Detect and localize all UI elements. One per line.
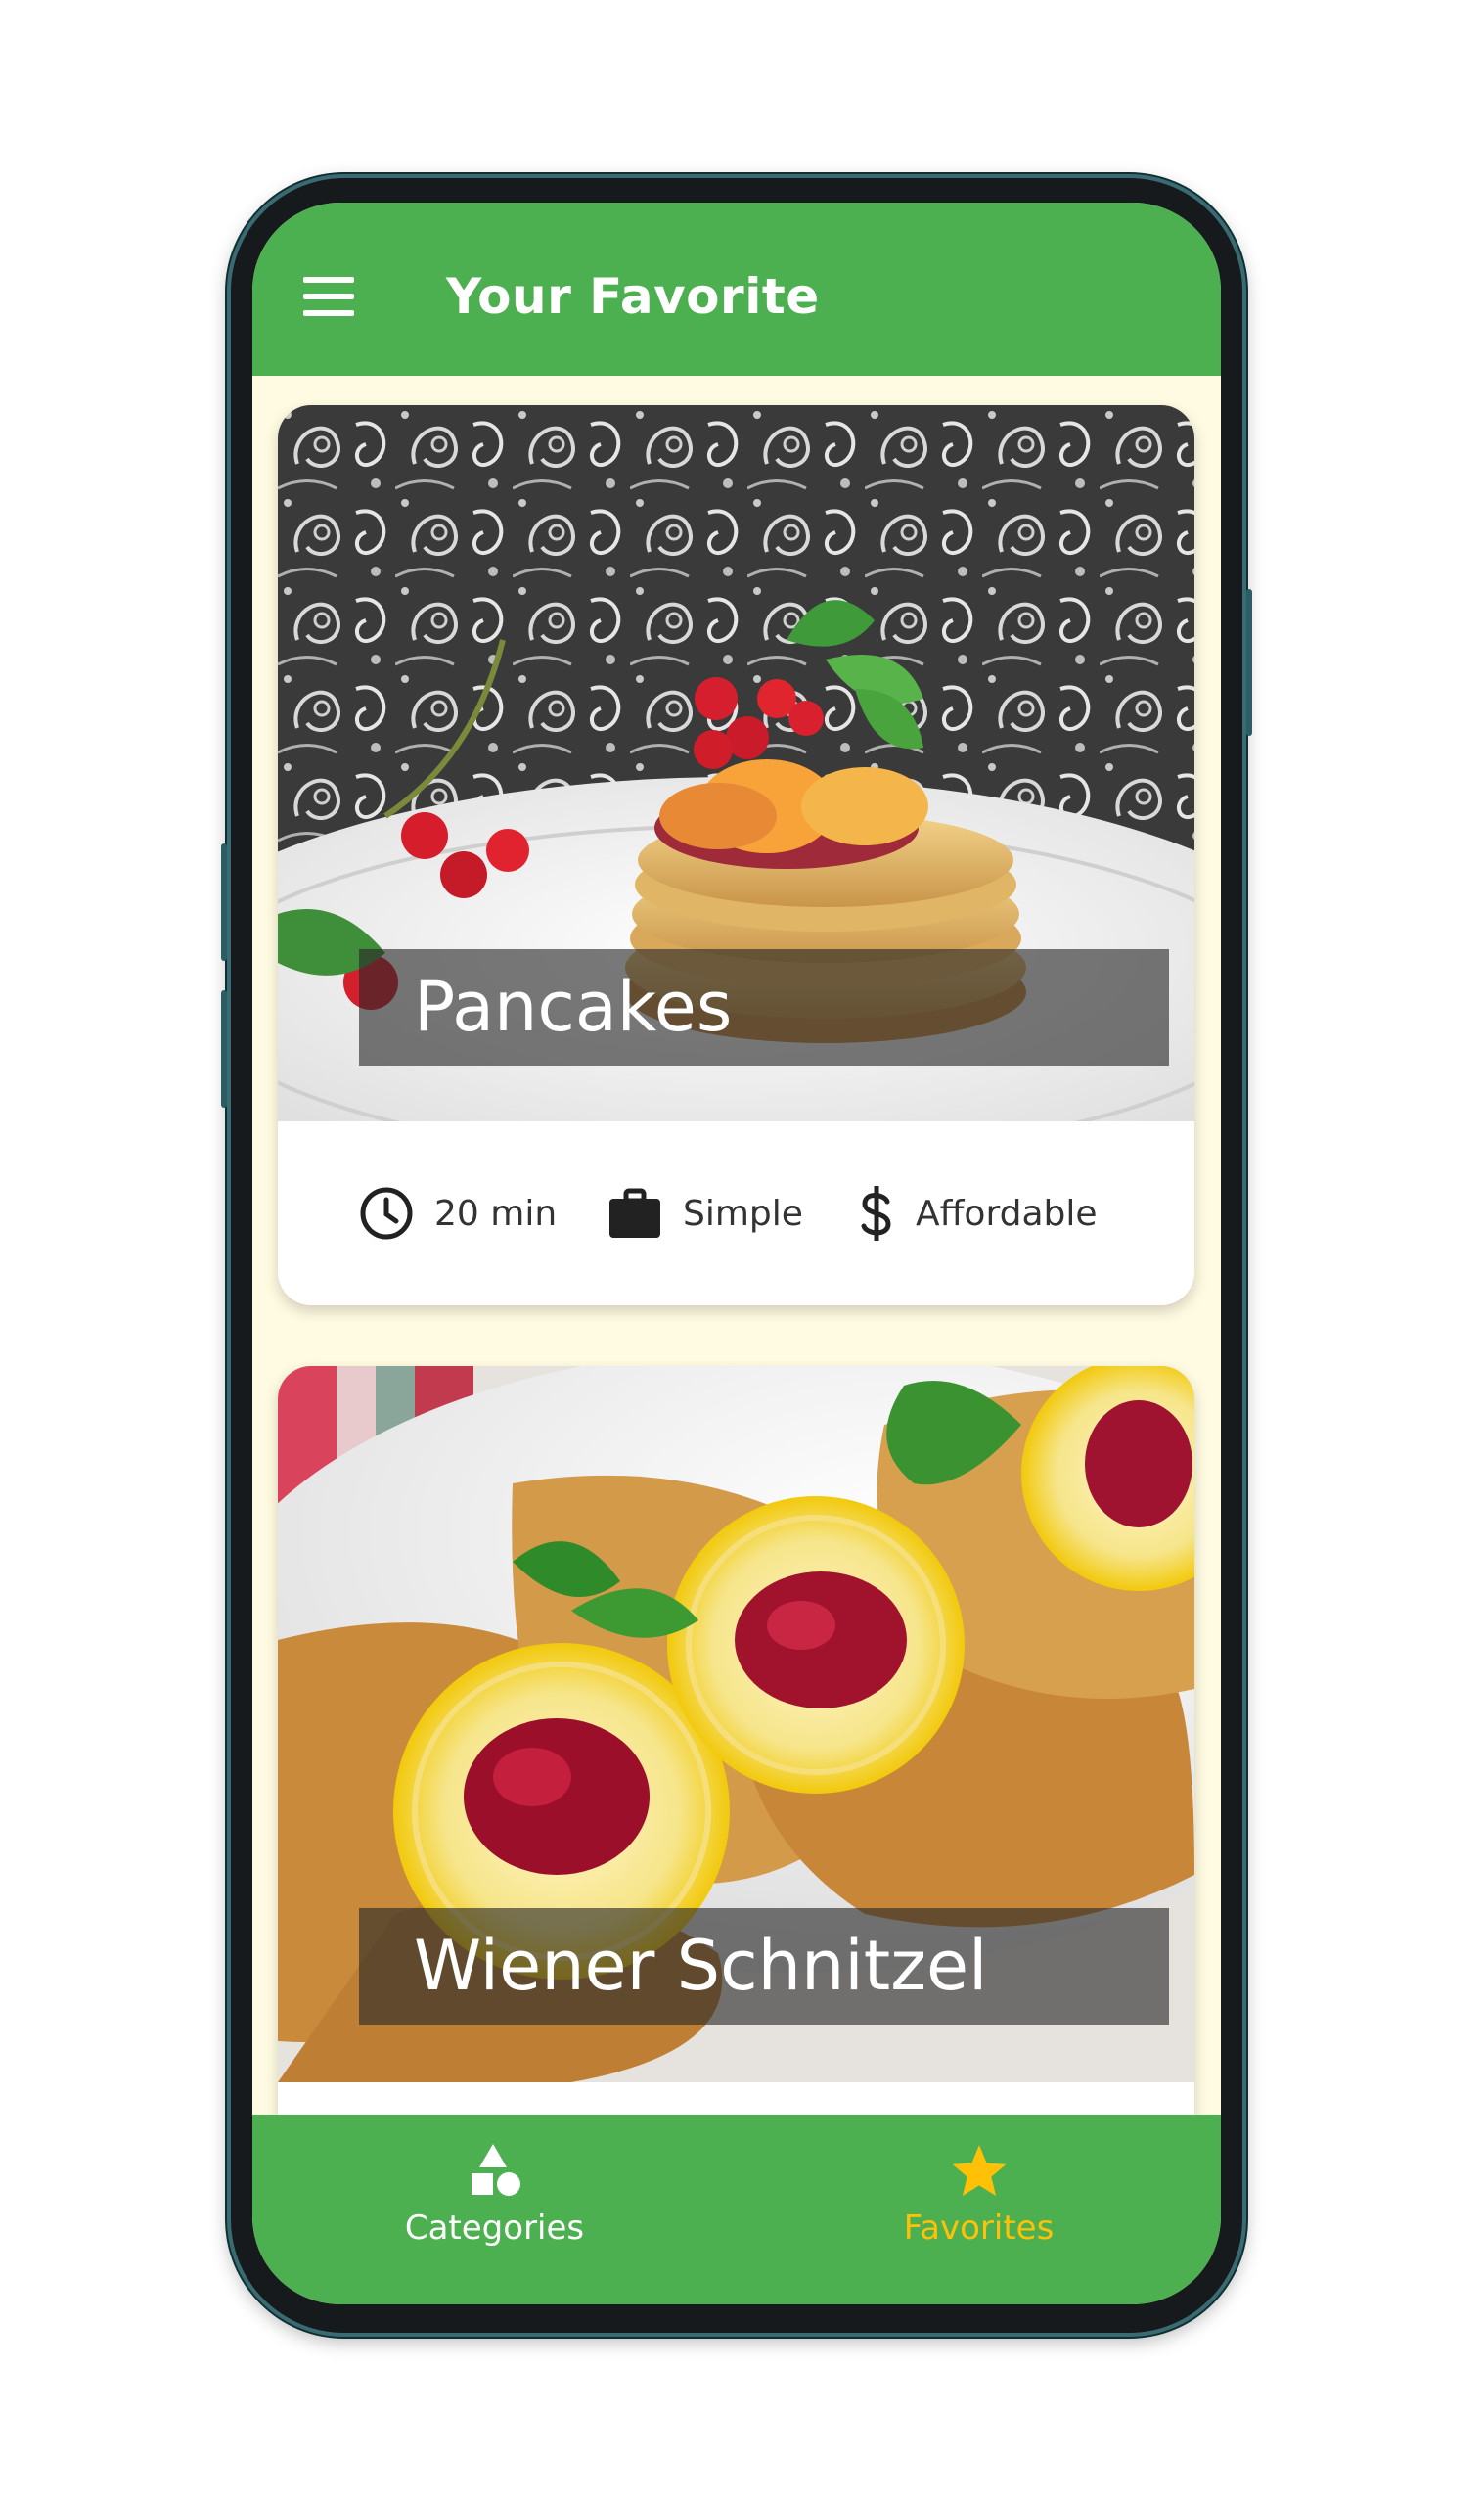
nav-item-categories[interactable]: Categories — [252, 2115, 737, 2304]
meal-duration-label: 20 min — [434, 1193, 558, 1234]
nav-label-favorites: Favorites — [903, 2209, 1055, 2248]
meal-meta-row: 20 min Simple Affordable — [278, 1121, 1194, 1305]
nav-label-categories: Categories — [404, 2209, 585, 2248]
meal-duration: 20 min — [358, 1182, 557, 1245]
bottom-navigation-bar: Categories Favorites — [252, 2115, 1221, 2304]
meal-affordability-label: Affordable — [916, 1193, 1098, 1234]
meal-title: Pancakes — [414, 967, 733, 1047]
meal-card-pancakes[interactable]: Pancakes 20 min Simple Affordable — [278, 405, 1194, 1305]
volume-down-button — [221, 990, 227, 1108]
clock-icon — [360, 1187, 413, 1240]
hamburger-menu-icon[interactable] — [303, 277, 354, 316]
app-bar: Your Favorite — [252, 203, 1221, 376]
nav-item-favorites[interactable]: Favorites — [737, 2115, 1221, 2304]
page-title: Your Favorite — [446, 268, 820, 325]
meal-title: Wiener Schnitzel — [414, 1926, 988, 2006]
briefcase-icon — [609, 1188, 660, 1238]
meal-complexity-label: Simple — [683, 1193, 803, 1234]
meal-complexity: Simple — [607, 1182, 803, 1245]
power-button — [1246, 589, 1252, 736]
star-icon — [952, 2145, 1006, 2196]
meal-affordability: Affordable — [857, 1182, 1098, 1245]
volume-up-button — [221, 843, 227, 961]
app-screen: Your Favorite Pancakes 20 min Simple Aff… — [252, 203, 1221, 2304]
meal-title-band: Wiener Schnitzel — [359, 1908, 1169, 2025]
dollar-icon — [861, 1186, 891, 1241]
meal-title-band: Pancakes — [359, 949, 1169, 1066]
category-shapes-icon — [471, 2144, 520, 2196]
